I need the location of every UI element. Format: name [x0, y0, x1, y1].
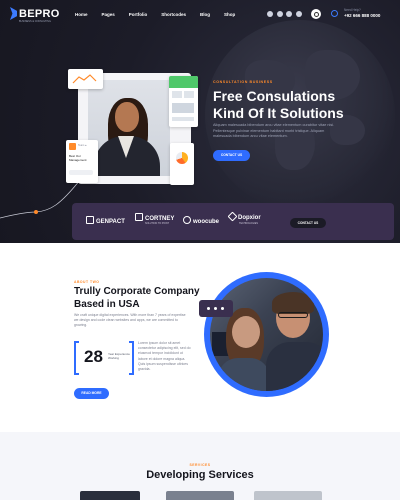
about-photo-frame [204, 272, 329, 397]
instagram-icon[interactable] [286, 11, 292, 17]
about-description: We craft unique digital experiences. Wit… [74, 313, 186, 328]
logo-icon [10, 7, 17, 20]
read-more-button[interactable]: READ MORE [74, 388, 109, 399]
stats-card [169, 76, 198, 127]
phone-number[interactable]: +92 666 888 0000 [344, 13, 380, 18]
partner-dopxior[interactable]: Dopxior [227, 211, 261, 222]
need-help-label: Need Help? [344, 8, 361, 12]
about-description-2: Lorem ipsum dolor sit amet consectetur a… [138, 341, 191, 372]
partner-woocube[interactable]: woocube [183, 216, 219, 225]
service-thumbnail[interactable] [80, 491, 140, 500]
team-card: Team ● Best Our Management [66, 140, 98, 183]
team-icon [69, 143, 76, 150]
nav-blog[interactable]: Blog [200, 12, 210, 17]
search-icon[interactable] [311, 9, 321, 19]
youtube-icon[interactable] [295, 11, 302, 17]
partner-sub: TECHNOLOGIES [239, 222, 258, 225]
partner-name: woocube [193, 219, 220, 225]
nav-pages[interactable]: Pages [102, 12, 115, 17]
team-working-photo [210, 278, 323, 391]
partner-name: GENPACT [96, 219, 125, 225]
hero-contact-button[interactable]: CONTACT US [213, 150, 250, 161]
about-title: Trully Corporate Company Based in USA [74, 286, 200, 310]
hero-title: Free Consulations Kind Of It Solutions [213, 88, 344, 121]
genpact-logo-icon [86, 216, 94, 224]
partner-sub: SOLUTION TO POINT [145, 222, 170, 225]
partners-contact-button[interactable]: CONTACT US [290, 218, 326, 228]
experience-label: Year Experience Working [108, 352, 130, 360]
logo-text: BEPRO [19, 7, 60, 20]
nav-shortcodes[interactable]: Shortcodes [161, 12, 186, 17]
logo-tagline: BUSINESS & CONSULTING [19, 20, 51, 23]
hero-tagline: CONSULTATION BUSINESS [213, 80, 273, 84]
service-thumbnail[interactable] [166, 491, 234, 500]
phone-icon [331, 10, 338, 17]
partner-name: Dopxior [238, 215, 261, 221]
logo[interactable]: BEPRO [10, 7, 60, 20]
experience-years: 28 [84, 347, 103, 366]
pie-chart-card [170, 143, 194, 185]
team-card-title: Best Our Management [69, 154, 87, 162]
nav-shop[interactable]: Shop [224, 12, 235, 17]
service-thumbnail[interactable] [254, 491, 322, 500]
social-links [267, 11, 305, 17]
cortney-logo-icon [135, 213, 143, 221]
dopxior-logo-icon [227, 211, 238, 222]
services-tag: SERVICES [189, 463, 211, 467]
pie-icon [176, 152, 188, 164]
services-title: Developing Services [146, 469, 254, 481]
partner-cortney[interactable]: CORTNEY [135, 213, 174, 222]
site-header: BEPRO BUSINESS & CONSULTING Home Pages P… [0, 0, 400, 28]
nav-home[interactable]: Home [75, 12, 88, 17]
hero-woman-photo [88, 80, 170, 176]
chat-bubble-icon [199, 300, 233, 317]
partner-genpact[interactable]: GENPACT [86, 216, 125, 225]
woocube-logo-icon [183, 216, 191, 224]
team-card-label: Team ● [78, 144, 87, 147]
hero-description: Aliquam malesuada bibendum arcu vitae el… [213, 123, 335, 139]
facebook-icon[interactable] [267, 11, 273, 17]
line-chart-card [68, 69, 103, 89]
about-tag: ABOUT TWO [74, 280, 100, 284]
nav-portfolio[interactable]: Portfolio [129, 12, 148, 17]
main-nav: Home Pages Portfolio Shortcodes Blog Sho… [75, 12, 249, 17]
twitter-icon[interactable] [276, 11, 283, 17]
